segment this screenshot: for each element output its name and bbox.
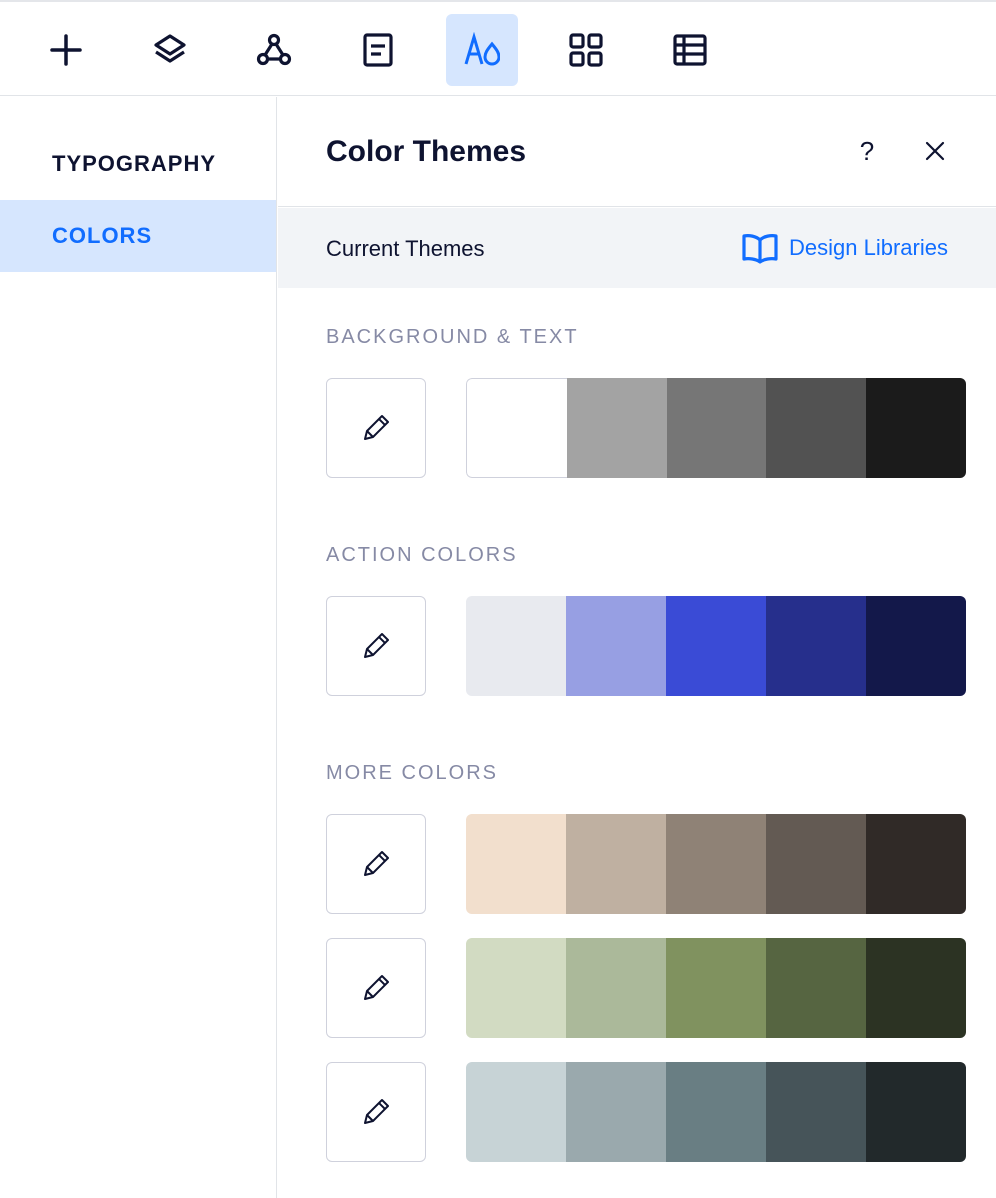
- swatch[interactable]: [666, 378, 767, 478]
- swatch[interactable]: [766, 596, 866, 696]
- pages-button[interactable]: [342, 14, 414, 86]
- edit-more-colors-3-button[interactable]: [326, 1062, 426, 1162]
- apps-grid-icon: [569, 33, 603, 67]
- edit-background-text-button[interactable]: [326, 378, 426, 478]
- palette-more-colors-1[interactable]: [466, 814, 966, 914]
- connections-icon: [256, 33, 292, 66]
- sidebar-item-typography[interactable]: TYPOGRAPHY: [0, 128, 276, 200]
- swatch[interactable]: [466, 938, 566, 1038]
- apps-button[interactable]: [550, 14, 622, 86]
- swatch[interactable]: [466, 1062, 566, 1162]
- layers-button[interactable]: [134, 14, 206, 86]
- swatch[interactable]: [566, 938, 666, 1038]
- section-label-more-colors: MORE COLORS: [326, 762, 499, 784]
- pencil-icon: [364, 1099, 389, 1124]
- section-label-action-colors: ACTION COLORS: [326, 544, 518, 566]
- edit-action-colors-button[interactable]: [326, 596, 426, 696]
- color-themes-panel: Color Themes ? Current Themes Design Lib…: [278, 97, 996, 1198]
- sidebar: TYPOGRAPHY COLORS: [0, 97, 277, 1198]
- swatch[interactable]: [866, 596, 966, 696]
- palette-more-colors-3[interactable]: [466, 1062, 966, 1162]
- panel-title: Color Themes: [326, 135, 527, 168]
- swatch[interactable]: [566, 378, 667, 478]
- toolbar: [0, 2, 996, 96]
- swatch[interactable]: [866, 378, 966, 478]
- swatch[interactable]: [866, 938, 966, 1038]
- swatch[interactable]: [766, 1062, 866, 1162]
- design-libraries-label: Design Libraries: [789, 235, 948, 260]
- swatch[interactable]: [566, 814, 666, 914]
- swatch[interactable]: [666, 814, 766, 914]
- connections-button[interactable]: [238, 14, 310, 86]
- swatch[interactable]: [666, 1062, 766, 1162]
- help-button[interactable]: ?: [849, 133, 885, 169]
- swatch[interactable]: [866, 814, 966, 914]
- page-icon: [363, 33, 393, 67]
- add-elements-button[interactable]: [30, 14, 102, 86]
- book-icon: [742, 234, 778, 264]
- palette-more-colors-2[interactable]: [466, 938, 966, 1038]
- swatch[interactable]: [766, 938, 866, 1038]
- close-button[interactable]: [917, 133, 953, 169]
- swatch[interactable]: [466, 378, 567, 478]
- site-styles-button[interactable]: [446, 14, 518, 86]
- layers-icon: [154, 34, 186, 63]
- swatch[interactable]: [766, 814, 866, 914]
- swatch[interactable]: [766, 378, 867, 478]
- panel-header: Color Themes ?: [278, 97, 996, 207]
- swatch[interactable]: [466, 596, 566, 696]
- section-label-background-text: BACKGROUND & TEXT: [326, 326, 579, 348]
- palette-action-colors[interactable]: [466, 596, 966, 696]
- palette-background-text[interactable]: [466, 378, 966, 478]
- cms-button[interactable]: [654, 14, 726, 86]
- pencil-icon: [364, 851, 389, 876]
- current-themes-bar: Current Themes Design Libraries: [278, 208, 996, 288]
- swatch[interactable]: [566, 596, 666, 696]
- edit-more-colors-2-button[interactable]: [326, 938, 426, 1038]
- swatch[interactable]: [666, 596, 766, 696]
- pencil-icon: [364, 633, 389, 658]
- swatch[interactable]: [566, 1062, 666, 1162]
- swatch[interactable]: [866, 1062, 966, 1162]
- close-icon: [925, 141, 945, 161]
- swatch[interactable]: [466, 814, 566, 914]
- theme-icon: [464, 32, 500, 66]
- plus-icon: [50, 34, 82, 66]
- design-libraries-link[interactable]: Design Libraries: [741, 232, 948, 264]
- table-icon: [673, 34, 707, 66]
- current-themes-title: Current Themes: [326, 236, 485, 261]
- sidebar-item-colors[interactable]: COLORS: [0, 200, 276, 272]
- pencil-icon: [364, 975, 389, 1000]
- edit-more-colors-1-button[interactable]: [326, 814, 426, 914]
- swatch[interactable]: [666, 938, 766, 1038]
- pencil-icon: [364, 415, 389, 440]
